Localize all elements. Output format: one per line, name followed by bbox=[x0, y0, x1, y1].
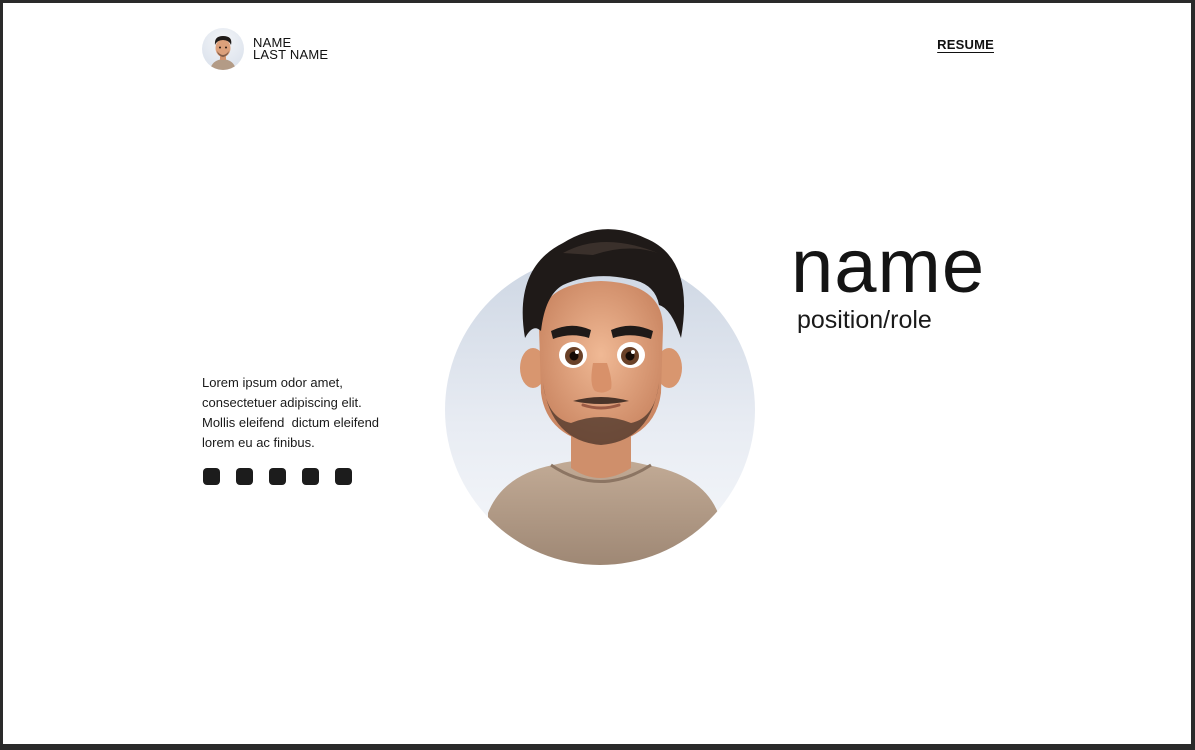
intro-line: Mollis eleifend dictum eleifend bbox=[202, 415, 380, 430]
intro-line: Lorem ipsum odor amet, bbox=[202, 375, 343, 390]
social-icon-2[interactable] bbox=[236, 468, 253, 485]
social-icon-4[interactable] bbox=[302, 468, 319, 485]
hero-role: position/role bbox=[797, 306, 932, 334]
page: NAME LAST NAME RESUME Lorem ipsum odor a… bbox=[3, 3, 1191, 744]
social-icon-3[interactable] bbox=[269, 468, 286, 485]
hero-name: name bbox=[791, 224, 986, 309]
intro-line: consectetuer adipiscing elit. bbox=[202, 395, 362, 410]
intro-line: lorem eu ac finibus. bbox=[202, 435, 315, 450]
avatar bbox=[202, 28, 244, 70]
resume-link[interactable]: RESUME bbox=[937, 37, 994, 52]
hero-portrait bbox=[433, 213, 763, 573]
social-icon-1[interactable] bbox=[203, 468, 220, 485]
brand-last-name: LAST NAME bbox=[253, 47, 329, 62]
social-links bbox=[203, 468, 352, 485]
intro-text: Lorem ipsum odor amet, consectetuer adip… bbox=[202, 373, 422, 453]
brand[interactable]: NAME LAST NAME bbox=[202, 28, 328, 70]
social-icon-5[interactable] bbox=[335, 468, 352, 485]
brand-name: NAME LAST NAME bbox=[253, 36, 329, 62]
